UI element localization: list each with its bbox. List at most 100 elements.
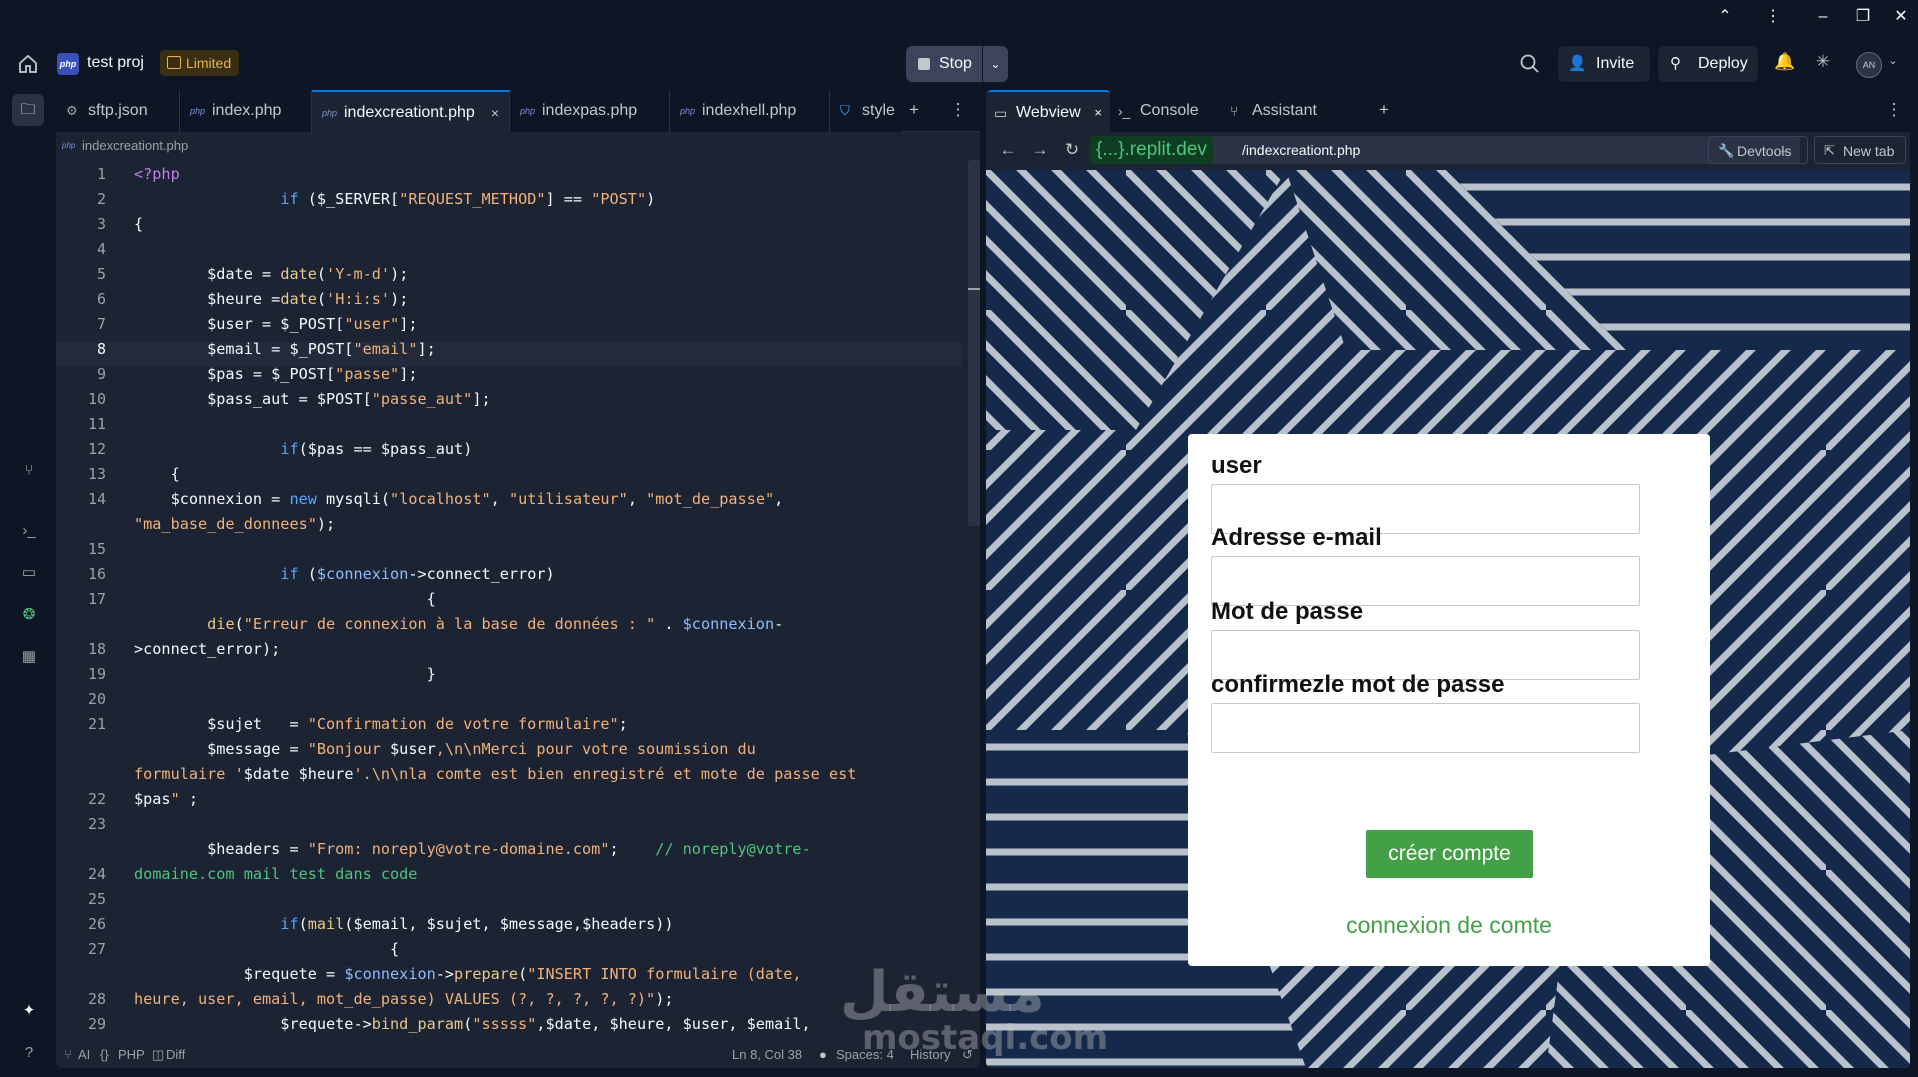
- line-number: 23: [87, 815, 106, 833]
- back-arrow-icon[interactable]: ←: [996, 138, 1020, 162]
- php-icon: php: [190, 106, 206, 116]
- assistant-icon: ⑂: [1230, 103, 1239, 119]
- url-field[interactable]: {...}.replit.dev /indexcreationt.php →: [1090, 136, 1800, 164]
- create-account-button[interactable]: créer compte: [1366, 830, 1533, 878]
- add-tab-icon[interactable]: +: [1374, 100, 1394, 120]
- tab-index-php[interactable]: php index.php: [180, 90, 312, 132]
- line-number: 13: [87, 465, 106, 483]
- pane-menu-icon[interactable]: ⋮: [1884, 100, 1904, 120]
- tab-sftp-json[interactable]: ⚙ sftp.json: [56, 90, 180, 132]
- url-path[interactable]: /indexcreationt.php: [1242, 136, 1360, 164]
- close-tab-icon[interactable]: ×: [1094, 92, 1102, 134]
- tab-indexhell-php[interactable]: php indexhell.php: [670, 90, 830, 132]
- limited-badge[interactable]: Limited: [160, 50, 240, 76]
- confirm-password-label: confirmezle mot de passe: [1211, 671, 1505, 698]
- editor-scrollbar[interactable]: [968, 160, 980, 526]
- tab-indexcreationt-php[interactable]: php indexcreationt.php ×: [312, 90, 510, 132]
- tab-label: indexcreationt.php: [344, 104, 475, 121]
- line-number: 5: [96, 265, 106, 283]
- code-line: "ma_base_de_donnees");: [134, 515, 336, 533]
- project-php-logo: php: [57, 53, 79, 75]
- tab-style[interactable]: ⛉ style: [830, 90, 902, 132]
- code-line: {: [134, 215, 144, 233]
- collapse-icon[interactable]: ⌃: [1714, 6, 1736, 28]
- tab-indexpas-php[interactable]: php indexpas.php: [510, 90, 670, 132]
- all-tools-icon[interactable]: ▦: [16, 644, 42, 670]
- theme-icon[interactable]: ✳: [1812, 52, 1834, 72]
- close-window-button[interactable]: ✕: [1890, 6, 1912, 28]
- avatar[interactable]: AN: [1856, 52, 1882, 78]
- line-number: 11: [87, 415, 106, 433]
- status-cursor-position[interactable]: Ln 8, Col 38: [732, 1042, 802, 1068]
- code-line: $heure =date('H:i:s');: [134, 290, 409, 308]
- bell-icon[interactable]: 🔔: [1774, 52, 1796, 72]
- preview-tab-bar: ▭ Webview × ›_ Console ⑂ Assistant + ⋮: [986, 90, 1910, 132]
- line-number: 18: [87, 640, 106, 658]
- files-icon[interactable]: 🗀: [12, 94, 44, 126]
- tab-console[interactable]: ›_ Console: [1110, 90, 1222, 132]
- project-name[interactable]: test proj: [87, 54, 144, 72]
- close-tab-icon[interactable]: ×: [491, 92, 499, 132]
- tab-webview[interactable]: ▭ Webview ×: [986, 90, 1110, 132]
- code-content[interactable]: <?php if ($_SERVER["REQUEST_METHOD"] == …: [134, 162, 960, 1033]
- packages-icon[interactable]: ❂: [16, 602, 42, 628]
- tab-label: style: [862, 102, 895, 119]
- line-number: 14: [87, 490, 106, 508]
- css-icon: ⛉: [840, 103, 850, 118]
- line-number: 21: [87, 715, 106, 733]
- code-line: $sujet = "Confirmation de votre formulai…: [134, 715, 628, 733]
- shell-icon[interactable]: ›_: [16, 518, 42, 544]
- restore-button[interactable]: ❐: [1852, 6, 1874, 28]
- kebab-menu-icon[interactable]: ⋮: [1762, 6, 1784, 28]
- webview-url-bar: ← → ↻ {...}.replit.dev /indexcreationt.p…: [986, 132, 1910, 168]
- workspace-header: php test proj Limited Stop ⌄ 👤 Invite ⚲ Dep…: [0, 44, 1918, 84]
- forward-arrow-icon[interactable]: →: [1028, 138, 1052, 162]
- sparkle-icon[interactable]: ✦: [16, 998, 42, 1024]
- search-icon[interactable]: [1519, 53, 1541, 75]
- add-user-icon: 👤: [1568, 55, 1587, 72]
- add-tab-icon[interactable]: +: [904, 100, 924, 120]
- line-number: 2: [96, 190, 106, 208]
- url-domain[interactable]: {...}.replit.dev: [1090, 136, 1213, 164]
- code-line: $message = "Bonjour $user,\n\nMerci pour…: [134, 740, 756, 758]
- line-number: 6: [96, 290, 106, 308]
- line-number: 15: [87, 540, 106, 558]
- monitor-icon[interactable]: ▭: [16, 560, 42, 586]
- status-language[interactable]: PHP: [118, 1042, 145, 1068]
- code-line: }: [134, 665, 436, 683]
- git-icon[interactable]: ⑂: [16, 458, 42, 484]
- status-ai[interactable]: AI: [78, 1042, 90, 1068]
- diff-icon: ◫: [152, 1047, 165, 1062]
- run-options-chevron-icon[interactable]: ⌄: [982, 46, 1008, 82]
- reload-icon[interactable]: ↻: [1060, 138, 1084, 162]
- stop-button[interactable]: Stop ⌄: [906, 46, 1008, 82]
- line-number: 25: [87, 890, 106, 908]
- breadcrumb[interactable]: php indexcreationt.php: [56, 133, 980, 159]
- tab-label: Assistant: [1252, 102, 1317, 119]
- devtools-button[interactable]: 🔧 Devtools: [1708, 136, 1808, 164]
- home-icon[interactable]: [16, 52, 40, 76]
- minimize-button[interactable]: –: [1812, 6, 1834, 28]
- tab-label: Console: [1140, 102, 1199, 119]
- code-line: $headers = "From: noreply@votre-domaine.…: [134, 840, 811, 858]
- code-line: $date = date('Y-m-d');: [134, 265, 409, 283]
- avatar-chevron-icon[interactable]: ⌄: [1886, 54, 1900, 67]
- external-link-icon: ⇱: [1824, 143, 1835, 158]
- line-number: 7: [96, 315, 106, 333]
- line-number: 26: [87, 915, 106, 933]
- invite-button[interactable]: 👤 Invite: [1558, 46, 1650, 82]
- line-number: 29: [87, 1015, 106, 1033]
- status-diff[interactable]: Diff: [166, 1042, 185, 1068]
- tab-assistant[interactable]: ⑂ Assistant: [1222, 90, 1350, 132]
- dot-icon: ●: [819, 1047, 827, 1062]
- code-line: {: [134, 590, 436, 608]
- tab-menu-icon[interactable]: ⋮: [948, 100, 968, 120]
- preview-pane: ▭ Webview × ›_ Console ⑂ Assistant + ⋮ ← → ↻…: [986, 90, 1910, 1068]
- help-icon[interactable]: ?: [16, 1040, 42, 1066]
- deploy-button[interactable]: ⚲ Deploy: [1658, 46, 1758, 82]
- confirm-password-input[interactable]: [1211, 703, 1640, 753]
- new-tab-button[interactable]: ⇱ New tab: [1814, 136, 1906, 164]
- login-link[interactable]: connexion de comte: [1188, 912, 1710, 939]
- php-icon: php: [520, 106, 536, 116]
- settings-icon: ⚙: [66, 103, 78, 118]
